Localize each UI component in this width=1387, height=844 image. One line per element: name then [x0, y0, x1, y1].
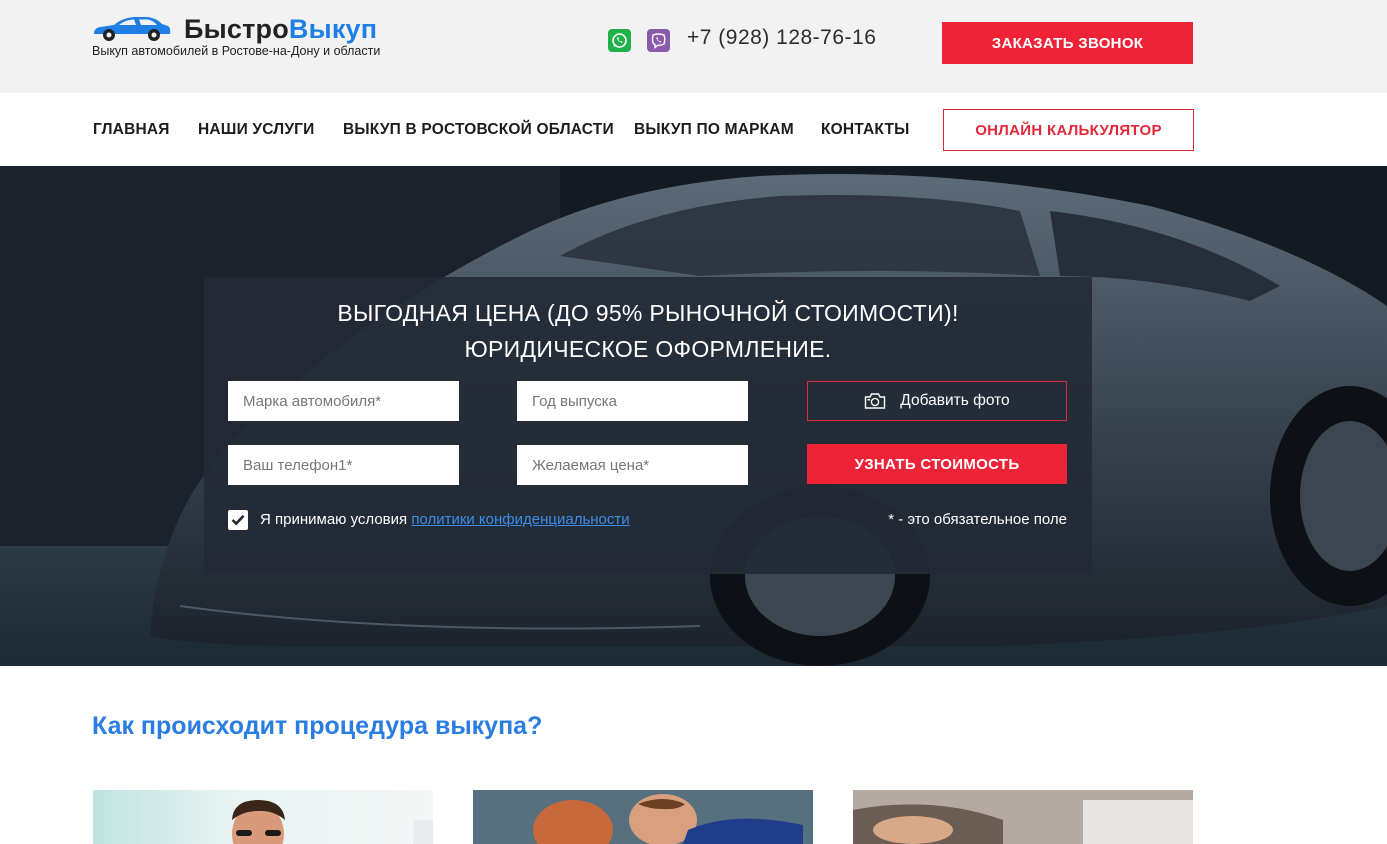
nav-item-region[interactable]: ВЫКУП В РОСТОВСКОЙ ОБЛАСТИ	[343, 121, 614, 139]
section-title: Как происходит процедура выкупа?	[92, 712, 543, 740]
nav-item-brands[interactable]: ВЫКУП ПО МАРКАМ	[634, 121, 794, 139]
step-image-2	[473, 790, 813, 844]
form-headline-line2: ЮРИДИЧЕСКОЕ ОФОРМЛЕНИЕ.	[464, 336, 832, 362]
step-image-3	[853, 790, 1193, 844]
agree-checkbox[interactable]	[228, 510, 248, 530]
get-price-button[interactable]: УЗНАТЬ СТОИМОСТЬ	[807, 444, 1067, 484]
online-calculator-button[interactable]: ОНЛАЙН КАЛЬКУЛЯТОР	[943, 109, 1194, 151]
year-input[interactable]: Год выпуска	[517, 381, 748, 421]
logo[interactable]: БыстроВыкуп Выкуп автомобилей в Ростове-…	[92, 14, 412, 64]
logo-title-part2: Выкуп	[288, 14, 378, 44]
whatsapp-icon[interactable]	[608, 29, 631, 52]
car-logo-icon	[94, 17, 171, 41]
handshake-photo	[853, 790, 1193, 844]
agree-label: Я принимаю условия	[260, 511, 412, 528]
person-photo-1	[232, 800, 433, 844]
add-photo-label: Добавить фото	[900, 392, 1010, 409]
form-headline: ВЫГОДНАЯ ЦЕНА (ДО 95% РЫНОЧНОЙ СТОИМОСТИ…	[204, 295, 1092, 367]
price-request-form: ВЫГОДНАЯ ЦЕНА (ДО 95% РЫНОЧНОЙ СТОИМОСТИ…	[204, 277, 1092, 574]
checkmark-icon	[231, 514, 245, 526]
nav-item-contacts[interactable]: КОНТАКТЫ	[821, 121, 910, 139]
logo-title-part1: Быстро	[184, 14, 289, 44]
car-brand-input[interactable]: Марка автомобиля*	[228, 381, 459, 421]
agree-text: Я принимаю условия политики конфиденциал…	[260, 511, 630, 528]
step-image-1	[93, 790, 433, 844]
form-headline-line1: ВЫГОДНАЯ ЦЕНА (ДО 95% РЫНОЧНОЙ СТОИМОСТИ…	[337, 300, 959, 326]
privacy-policy-link[interactable]: политики конфиденциальности	[411, 511, 629, 528]
camera-icon	[865, 393, 886, 409]
top-bar: БыстроВыкуп Выкуп автомобилей в Ростове-…	[0, 0, 1387, 93]
add-photo-button[interactable]: Добавить фото	[807, 381, 1067, 421]
nav-item-home[interactable]: ГЛАВНАЯ	[93, 121, 170, 139]
order-call-button[interactable]: ЗАКАЗАТЬ ЗВОНОК	[942, 22, 1193, 64]
viber-icon[interactable]	[647, 29, 670, 52]
main-nav: ГЛАВНАЯ НАШИ УСЛУГИ ВЫКУП В РОСТОВСКОЙ О…	[0, 93, 1387, 166]
nav-item-services[interactable]: НАШИ УСЛУГИ	[198, 121, 315, 139]
desired-price-input[interactable]: Желаемая цена*	[517, 445, 748, 485]
logo-tagline: Выкуп автомобилей в Ростове-на-Дону и об…	[92, 44, 381, 58]
phone-number[interactable]: +7 (928) 128-76-16	[687, 26, 876, 50]
hero-banner: ВЫГОДНАЯ ЦЕНА (ДО 95% РЫНОЧНОЙ СТОИМОСТИ…	[0, 166, 1387, 666]
logo-title: БыстроВыкуп	[184, 14, 377, 44]
mechanic-photo	[473, 790, 813, 844]
phone-input[interactable]: Ваш телефон1*	[228, 445, 459, 485]
required-note: * - это обязательное поле	[888, 511, 1067, 528]
